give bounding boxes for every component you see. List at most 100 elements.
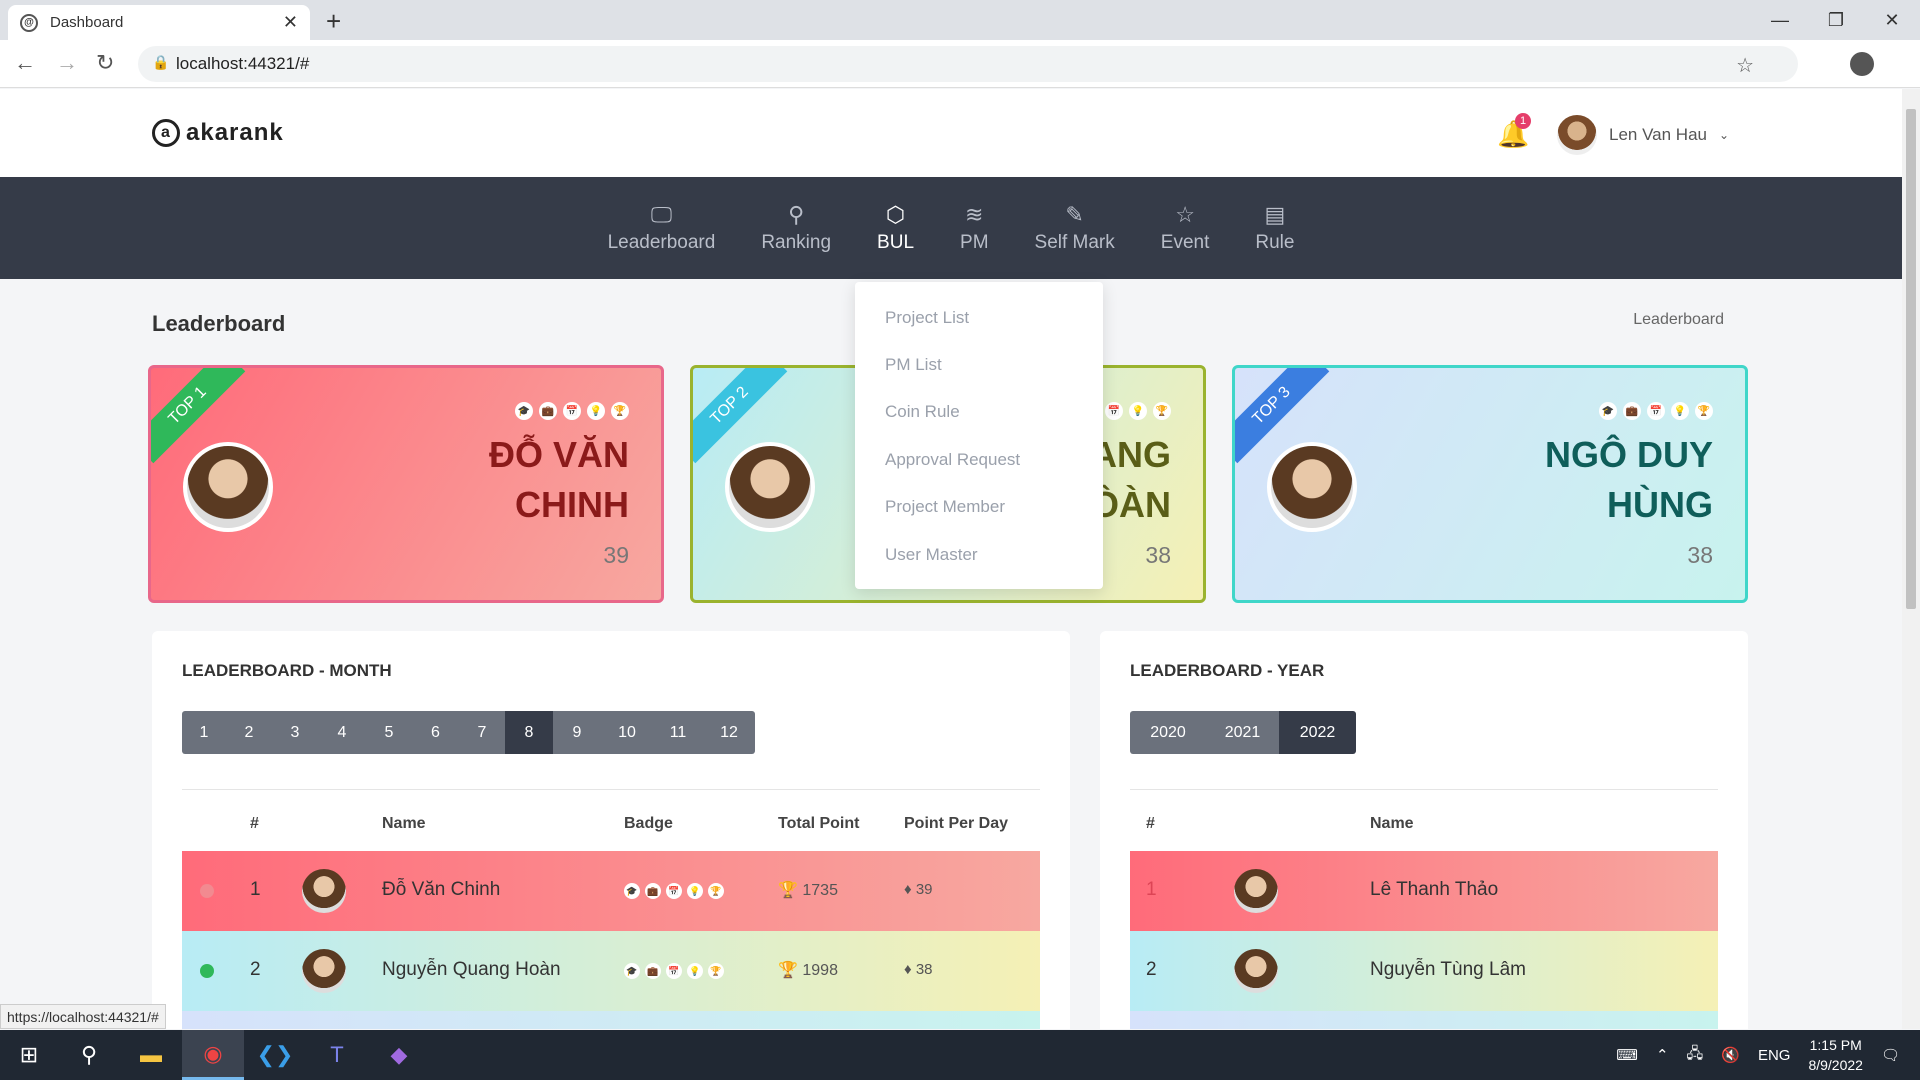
table-row[interactable]: 1 Đỗ Văn Chinh 🎓 💼 📅 💡 🏆 🏆 1735 ♦ 39 [182,851,1040,931]
notification-bell-icon[interactable]: 🔔 1 [1497,113,1531,150]
layers-icon: ≋ [965,202,984,227]
row-rank: 2 [250,959,261,980]
table-row[interactable]: 2 Nguyễn Tùng Lâm [1130,931,1718,1011]
url-field[interactable]: 🔒 localhost:44321/# ☆ [138,46,1874,82]
month-button[interactable]: 9 [553,711,601,754]
menu-item-project-member[interactable]: Project Member [855,484,1103,531]
column-header[interactable]: Point Per Day [904,815,1008,833]
month-button[interactable]: 12 [703,711,755,754]
window-controls: — ❐ ✕ [1752,0,1920,40]
panel-title: LEADERBOARD - MONTH [182,661,392,680]
top-name: ĐỖ VĂN CHINH [489,430,629,530]
notification-center-icon[interactable]: 🗨 [1881,1046,1900,1064]
forward-icon[interactable]: → [56,50,78,76]
table-row[interactable] [1130,1011,1718,1029]
cube-icon: ⬡ [885,202,906,227]
main-nav: 🖵 Leaderboard ⚲ Ranking ⬡ BUL ≋ PM ✎ Self Mar… [0,177,1902,279]
year-button[interactable]: 2020 [1130,711,1206,754]
language-indicator[interactable]: ENG [1758,1047,1791,1064]
month-button[interactable]: 7 [459,711,505,754]
nav-ranking[interactable]: ⚲ Ranking [738,177,854,279]
user-menu[interactable]: Len Van Hau ⌄ [1557,115,1729,155]
menu-item-user-master[interactable]: User Master [855,531,1103,578]
nav-self-mark[interactable]: ✎ Self Mark [1012,177,1138,279]
menu-item-project-list[interactable]: Project List [855,294,1103,341]
month-button[interactable]: 6 [412,711,459,754]
badge-list: 🎓 💼 📅 💡 🏆 [624,883,724,899]
month-button[interactable]: 1 [182,711,226,754]
breadcrumb[interactable]: Leaderboard [1633,311,1724,329]
total-point-value: 1998 [802,962,838,979]
close-window-icon[interactable]: ✕ [1864,0,1920,40]
vscode-icon[interactable]: ❮❯ [244,1030,306,1080]
browser-tab[interactable]: @ Dashboard ✕ [8,5,310,40]
table-row[interactable] [182,1011,1040,1029]
top-points: 39 [603,542,629,568]
close-tab-icon[interactable]: ✕ [283,12,298,33]
clock[interactable]: 1:15 PM 8/9/2022 [1808,1035,1863,1075]
month-button-selected[interactable]: 8 [505,711,553,754]
user-name: Len Van Hau [1609,125,1707,144]
lightbulb-icon: 💡 [687,883,703,899]
column-header[interactable]: Total Point [778,815,859,833]
top-name: ANG ÒÀN [1091,430,1171,530]
nav-bul[interactable]: ⬡ BUL [854,177,937,279]
month-button[interactable]: 3 [272,711,318,754]
row-name: Nguyễn Quang Hoàn [382,959,561,980]
scrollbar-thumb[interactable] [1906,109,1916,609]
month-button[interactable]: 11 [653,711,703,754]
avatar [302,949,346,993]
column-header[interactable]: Name [1370,815,1414,833]
lock-icon[interactable]: 🔒 [152,54,169,71]
file-explorer-icon[interactable]: ▬ [120,1030,182,1080]
trophy-icon: 🏆 [708,963,724,979]
bookmark-star-icon[interactable]: ☆ [1736,53,1754,78]
total-point-value: 1735 [802,882,838,899]
profile-icon[interactable] [1850,52,1874,76]
search-icon[interactable]: ⚲ [58,1030,120,1080]
nav-rule[interactable]: ▤ Rule [1232,177,1317,279]
menu-item-approval-request[interactable]: Approval Request [855,436,1103,483]
site-logo[interactable]: a akarank [152,119,284,147]
chrome-icon[interactable]: ◉ [182,1030,244,1080]
nav-leaderboard[interactable]: 🖵 Leaderboard [585,177,739,279]
reload-icon[interactable]: ↻ [96,50,114,76]
visual-studio-icon[interactable]: ◆ [368,1030,430,1080]
windows-start-icon[interactable]: ⊞ [0,1030,58,1080]
nav-label: Rule [1255,232,1295,253]
year-button[interactable]: 2021 [1206,711,1279,754]
keyboard-icon[interactable]: ⌨ [1616,1046,1638,1064]
column-header[interactable]: Name [382,815,426,833]
trophy-icon: 🏆 [1153,402,1171,420]
top-points: 38 [1145,542,1171,568]
month-button[interactable]: 10 [601,711,653,754]
chevron-up-icon[interactable]: ⌃ [1656,1046,1669,1064]
point-per-day: ♦ 39 [904,881,933,898]
month-button[interactable]: 4 [318,711,366,754]
menu-item-pm-list[interactable]: PM List [855,341,1103,388]
month-button[interactable]: 2 [226,711,272,754]
maximize-icon[interactable]: ❐ [1808,0,1864,40]
nav-pm[interactable]: ≋ PM [937,177,1012,279]
page-scrollbar[interactable] [1902,89,1920,1029]
name-line-1: ANG [1091,434,1171,475]
month-button[interactable]: 5 [366,711,412,754]
graduation-cap-icon: 🎓 [1599,402,1617,420]
nav-label: BUL [877,232,915,253]
monitor-icon: 🖵 [650,202,673,227]
row-rank: 1 [1146,879,1157,900]
network-icon[interactable]: 🖧 [1687,1043,1704,1068]
briefcase-icon: 💼 [645,963,661,979]
volume-muted-icon[interactable]: 🔇 [1721,1046,1740,1064]
table-row[interactable]: 1 Lê Thanh Thảo [1130,851,1718,931]
table-row[interactable]: 2 Nguyễn Quang Hoàn 🎓 💼 📅 💡 🏆 🏆 1998 ♦ 38 [182,931,1040,1011]
back-icon[interactable]: ← [14,50,36,76]
minimize-icon[interactable]: — [1752,0,1808,40]
total-point: 🏆 1735 [778,880,838,900]
chevron-down-icon: ⌄ [1718,128,1730,142]
teams-icon[interactable]: T [306,1030,368,1080]
new-tab-icon[interactable]: + [326,6,341,37]
menu-item-coin-rule[interactable]: Coin Rule [855,389,1103,436]
year-button-selected[interactable]: 2022 [1279,711,1356,754]
nav-event[interactable]: ☆ Event [1138,177,1233,279]
